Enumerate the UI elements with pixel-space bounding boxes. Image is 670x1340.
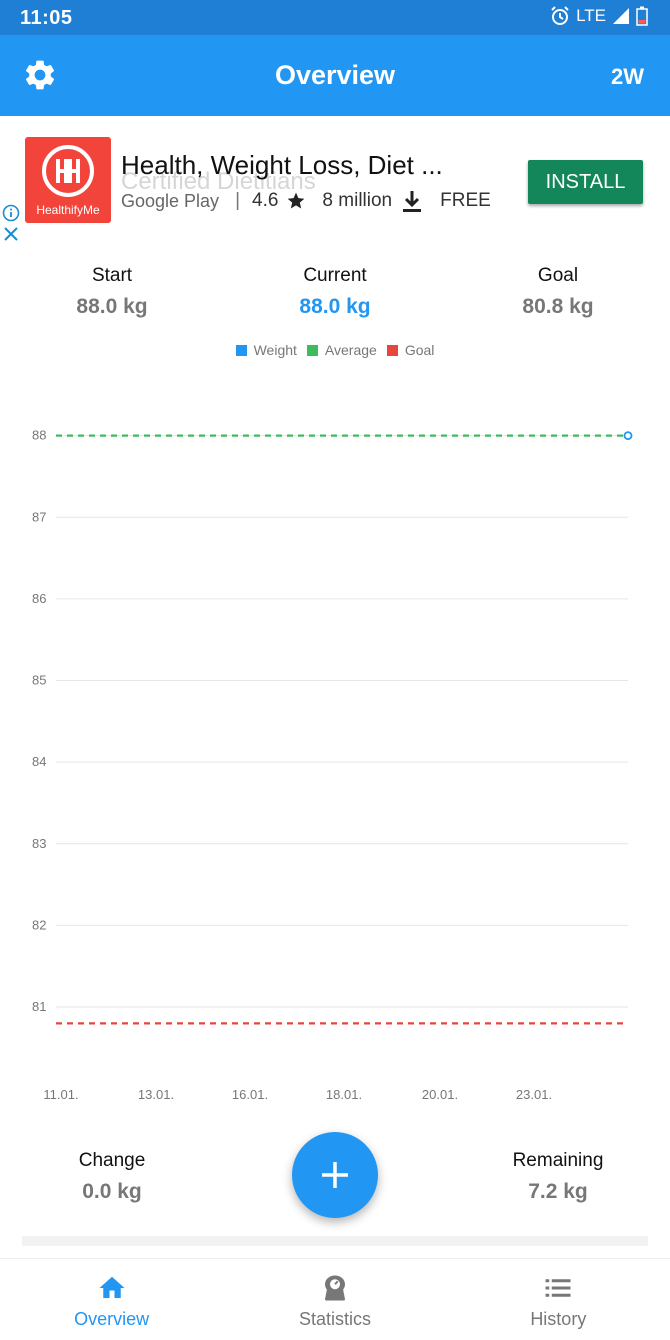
goal-label: Goal [537,265,579,286]
legend-goal: Goal [386,342,435,358]
change-value: 0.0 kg [82,1180,142,1203]
x-tick-label-1: 13.01. [138,1087,174,1102]
change-stat: Change 0.0 kg [12,1150,212,1204]
ad-title[interactable]: Health, Weight Loss, Diet ... [121,150,443,181]
ad-separator: | [235,190,240,211]
ad-close-icon[interactable] [3,226,19,242]
nav-overview-label: Overview [74,1309,150,1329]
ad-price: FREE [440,190,491,211]
ad-app-logo[interactable]: HealthifyMe [25,137,111,223]
weight-point-0 [623,431,633,441]
battery-icon [636,6,648,26]
weight-chart[interactable]: 88 87 86 85 84 83 82 81 11.01. 13.01. 16.01. 18.01.… [0,380,670,1110]
home-icon [99,1276,125,1298]
current-label: Current [303,265,367,286]
remaining-value: 7.2 kg [528,1180,588,1203]
download-icon [403,191,422,212]
legend-weight-swatch [235,344,247,356]
nav-overview[interactable]: Overview [0,1259,223,1340]
alarm-icon [551,6,569,25]
x-tick-label-4: 20.01. [422,1087,458,1102]
ad-downloads: 8 million [322,190,393,211]
y-tick-label-86: 86 [32,591,46,606]
x-tick-label-5: 23.01. [516,1087,552,1102]
legend-goal-swatch [386,344,398,356]
legend-average-label: Average [324,342,377,358]
healthifyme-logo-icon [42,145,94,197]
x-tick-label-0: 11.01. [43,1087,78,1102]
x-tick-label-2: 16.01. [232,1087,268,1102]
start-label: Start [91,265,133,286]
add-entry-button[interactable] [292,1132,378,1218]
y-tick-label-84: 84 [32,754,46,769]
nav-history[interactable]: History [447,1259,670,1340]
network-type: LTE [576,6,606,25]
legend-weight: Weight [235,342,297,358]
goal-stat: Goal 80.8 kg [468,265,648,319]
bottom-nav: Overview Statistics History [0,1258,670,1340]
nav-history-label: History [530,1309,587,1329]
app-bar: Overview 2W [0,35,670,116]
remaining-label: Remaining [512,1150,604,1171]
ad-logo-text: HealthifyMe [36,203,100,217]
install-button[interactable]: INSTALL [528,160,643,204]
legend-weight-label: Weight [253,342,297,358]
divider [22,1236,648,1246]
goal-value: 80.8 kg [522,295,594,318]
change-label: Change [78,1150,146,1171]
nav-statistics[interactable]: Statistics [223,1259,446,1340]
ad-meta: Google Play | 4.6 8 million FREE [121,190,491,212]
chart-legend: Weight Average Goal [0,342,670,358]
legend-average-swatch [306,344,318,356]
ad-store: Google Play [121,190,220,211]
current-stat: Current 88.0 kg [245,265,425,319]
plus-icon [322,1162,348,1188]
current-value: 88.0 kg [299,295,371,318]
y-tick-label-88: 88 [32,428,46,443]
remaining-stat: Remaining 7.2 kg [458,1150,658,1204]
start-stat: Start 88.0 kg [22,265,202,319]
y-tick-label-85: 85 [32,673,46,688]
status-bar: 11:05 LTE [0,0,670,35]
star-icon [288,192,305,209]
legend-average: Average [306,342,377,358]
signal-icon [613,8,629,24]
start-value: 88.0 kg [76,295,148,318]
status-time: 11:05 [20,7,73,29]
list-icon [545,1279,571,1297]
status-icons: LTE [550,6,648,26]
legend-goal-label: Goal [404,342,435,358]
time-range-button[interactable]: 2W [611,64,644,90]
y-tick-label-82: 82 [32,917,46,932]
ad-rating: 4.6 [252,190,279,211]
y-tick-label-87: 87 [32,509,46,524]
y-tick-label-81: 81 [32,999,46,1014]
nav-statistics-label: Statistics [298,1309,371,1329]
y-tick-label-83: 83 [32,836,46,851]
ad-info-icon[interactable] [2,204,20,222]
scale-icon [324,1275,345,1301]
ad-banner[interactable]: HealthifyMe Certified Dietitians Health,… [0,116,670,246]
x-tick-label-3: 18.01. [326,1087,362,1102]
page-title: Overview [274,60,396,90]
